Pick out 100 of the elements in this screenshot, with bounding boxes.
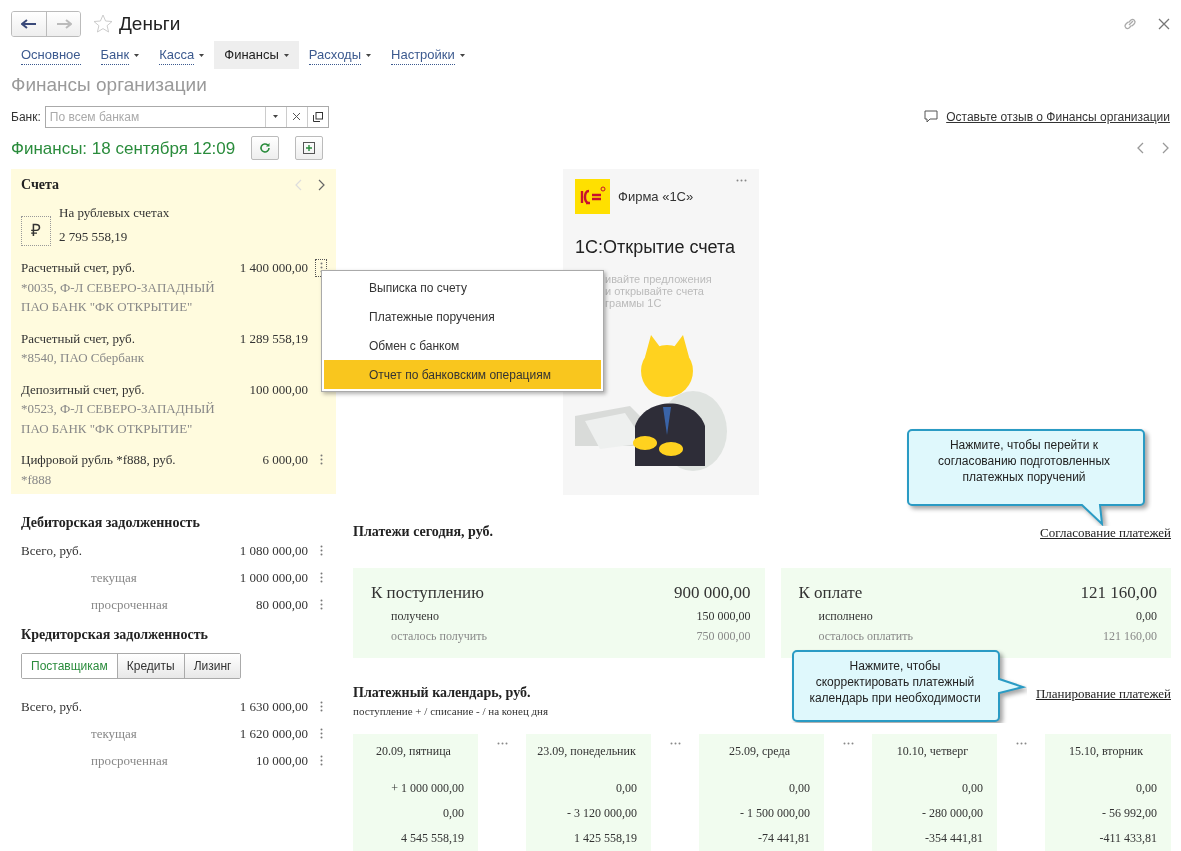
caret-icon <box>273 115 279 118</box>
account-amount: 1 289 558,19 <box>238 329 308 348</box>
logo-icon <box>575 179 610 214</box>
open-icon[interactable] <box>312 111 323 122</box>
account-details: ПАО БАНК "ФК ОТКРЫТИЕ" <box>21 298 194 316</box>
card-title: К оплате <box>798 582 863 604</box>
promo-text: граммы 1С <box>605 297 663 309</box>
account-details: *0523, Ф-Л СЕВЕРО-ЗАПАДНЫЙ <box>21 400 216 418</box>
row-amount: 10 000,00 <box>255 751 308 770</box>
row-label: текущая <box>90 724 138 743</box>
account-details: *0035, Ф-Л СЕВЕРО-ЗАПАДНЫЙ <box>21 278 216 297</box>
row-amount: 750 000,00 <box>696 627 751 645</box>
ellipsis-icon <box>842 741 854 745</box>
row-amount: 1 620 000,00 <box>238 724 308 743</box>
refresh-button[interactable] <box>251 136 280 161</box>
row-label: получено <box>390 607 440 625</box>
day-expense: 0,00 <box>442 804 464 822</box>
clear-icon[interactable] <box>293 113 301 120</box>
row-label: исполнено <box>817 607 873 625</box>
section-title: Платежный календарь, руб. <box>353 684 531 702</box>
summary-amount: 2 795 558,19 <box>59 227 129 246</box>
day-balance: -354 441,81 <box>924 829 983 847</box>
nav-tab[interactable]: Расходы <box>298 41 382 69</box>
day-income: 0,00 <box>961 779 983 797</box>
account-amount: 1 400 000,00 <box>238 259 308 277</box>
day-income: 0,00 <box>1135 779 1157 797</box>
account-name: Депозитный счет, руб. <box>21 380 146 399</box>
menu-item[interactable]: Выписка по счету <box>324 273 601 302</box>
close-icon[interactable] <box>1158 18 1170 30</box>
day-expense: - 280 000,00 <box>921 804 983 822</box>
more-icon[interactable] <box>736 179 747 182</box>
day-expense: - 3 120 000,00 <box>566 804 637 822</box>
day-date: 23.09, понедельник <box>536 742 637 760</box>
row-amount: 0,00 <box>1136 607 1157 625</box>
promo-title: 1С:Открытие счета <box>575 236 737 259</box>
add-button[interactable] <box>295 136 324 161</box>
approval-link[interactable]: Согласование платежей <box>1040 522 1171 542</box>
more-icon[interactable] <box>319 599 323 610</box>
row-label: осталось оплатить <box>817 627 913 645</box>
chevron-left-icon[interactable] <box>1136 142 1144 155</box>
account-amount: 6 000,00 <box>261 451 308 469</box>
menu-item[interactable]: Отчет по банковским операциям <box>324 360 601 389</box>
back-button[interactable] <box>12 12 46 36</box>
card-title: К поступлению <box>371 582 484 604</box>
back-arrow-icon <box>21 19 37 29</box>
nav-tab[interactable]: Касса <box>149 41 215 69</box>
day-expense: - 1 500 000,00 <box>739 804 810 822</box>
day-balance: -411 433,81 <box>1098 829 1157 847</box>
nav-tab[interactable]: Банк <box>90 41 150 69</box>
window-title: Деньги <box>119 11 181 36</box>
row-amount: 150 000,00 <box>696 607 751 625</box>
account-details: *8540, ПАО Сбербанк <box>21 349 145 367</box>
day-date: 25.09, среда <box>728 742 791 760</box>
chevron-right-icon[interactable] <box>318 178 326 191</box>
day-income: 0,00 <box>788 779 810 797</box>
account-name: Расчетный счет, руб. <box>21 329 136 348</box>
row-label: просроченная <box>90 751 169 770</box>
more-icon[interactable] <box>319 755 323 766</box>
account-name: Цифровой рубль *f888, руб. <box>21 451 177 469</box>
chevron-right-icon[interactable] <box>1162 142 1170 155</box>
forward-arrow-icon <box>55 19 72 29</box>
row-label: просроченная <box>90 595 169 614</box>
nav-tab[interactable]: Настройки <box>381 41 475 69</box>
star-icon[interactable] <box>93 14 113 34</box>
row-amount: 121 160,00 <box>1103 627 1157 645</box>
callout: Нажмите, чтобы скорректировать платежный календарь при необходимости <box>791 649 1027 723</box>
more-icon[interactable] <box>319 701 323 712</box>
account-details: ПАО БАНК "ФК ОТКРЫТИЕ" <box>21 419 194 438</box>
section-title: Кредиторская задолженность <box>21 626 209 644</box>
company-name: Фирма «1С» <box>618 187 695 206</box>
feedback-link[interactable]: Оставьте отзыв о Финансы организации <box>946 107 1170 126</box>
bank-select[interactable]: По всем банкам <box>44 105 329 128</box>
nav-tab[interactable]: Основное <box>11 41 91 69</box>
section-title: Платежи сегодня, руб. <box>353 523 494 541</box>
day-date: 10.10, четверг <box>895 742 970 760</box>
promo-text: ивайте предложения <box>605 273 713 285</box>
link-icon[interactable] <box>1122 16 1138 32</box>
row-amount: 1 000 000,00 <box>238 568 308 587</box>
more-icon[interactable] <box>319 454 323 466</box>
ellipsis-icon <box>496 741 508 745</box>
more-icon[interactable] <box>319 545 323 556</box>
finance-heading: Финансы: 18 сентября 12:09 <box>11 137 236 160</box>
row-label: текущая <box>90 568 138 587</box>
page-title: Финансы организации <box>11 73 208 97</box>
menu-item[interactable]: Платежные поручения <box>324 302 601 331</box>
planning-link[interactable]: Планирование платежей <box>1035 683 1171 703</box>
section-title: Счета <box>21 176 61 194</box>
more-icon[interactable] <box>319 572 323 583</box>
segment-tab[interactable]: Лизинг <box>183 654 241 678</box>
day-date: 15.10, вторник <box>1067 742 1145 760</box>
summary-label: На рублевых счетах <box>59 204 170 222</box>
more-icon[interactable] <box>319 728 323 739</box>
field-label: Банк: <box>11 108 41 126</box>
day-income: + 1 000 000,00 <box>390 779 464 797</box>
currency-icon: ₽ <box>21 216 51 246</box>
account-amount: 100 000,00 <box>248 380 308 399</box>
day-income: 0,00 <box>615 779 637 797</box>
segment-tab[interactable]: Кредиты <box>116 654 184 678</box>
nav-tab[interactable]: Финансы <box>214 41 299 69</box>
menu-item[interactable]: Обмен с банком <box>324 331 601 360</box>
